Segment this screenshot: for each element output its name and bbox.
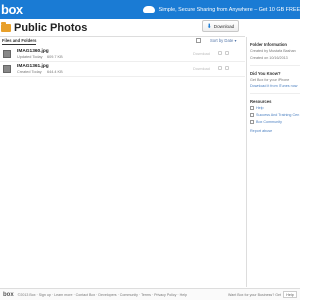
image-thumbnail-icon[interactable]: [3, 65, 11, 73]
page-footer: box ©2013 Box · Sign up · Learn more · C…: [0, 288, 300, 300]
business-promo-text[interactable]: Want Box for your Business? Get: [228, 293, 281, 297]
promo-banner: Simple, Secure Sharing from Anywhere – G…: [142, 6, 300, 13]
resource-training[interactable]: Success And Training Cen: [250, 112, 300, 118]
download-button[interactable]: ⬇ Download: [202, 20, 239, 32]
footer-links[interactable]: ©2013 Box · Sign up · Learn more · Conta…: [18, 293, 187, 297]
sort-dropdown[interactable]: Sort by Date ▾: [210, 38, 237, 43]
resources-heading: Resources: [250, 99, 272, 104]
file-size: 644.4 KB: [47, 70, 63, 74]
community-icon: [250, 120, 254, 124]
did-you-know-heading: Did You Know?: [250, 71, 281, 76]
promo-text[interactable]: Simple, Secure Sharing from Anywhere – G…: [159, 7, 300, 13]
itunes-download-link[interactable]: Download it from iTunes now: [250, 84, 300, 89]
more-options-icon[interactable]: [225, 51, 229, 55]
footer-box-logo[interactable]: box: [3, 292, 14, 298]
share-icon[interactable]: [218, 51, 222, 55]
resource-help[interactable]: Help: [250, 105, 300, 111]
sidebar-divider: [250, 65, 300, 66]
download-button-label: Download: [213, 23, 235, 29]
file-name[interactable]: IMAG1360.jpg: [17, 49, 49, 54]
resource-training-link[interactable]: Success And Training Cen: [256, 113, 299, 118]
download-arrow-icon: ⬇: [206, 23, 212, 30]
share-icon[interactable]: [218, 66, 222, 70]
sidebar-divider: [250, 93, 300, 94]
folder-title-bar: Public Photos ⬇ Download: [0, 19, 300, 36]
tab-files-and-folders[interactable]: Files and Folders: [2, 38, 37, 45]
file-row[interactable]: IMAG1360.jpg Updated Today 609.7 KB Down…: [0, 47, 245, 62]
row-download-link[interactable]: Download: [193, 67, 210, 71]
folder-icon: [1, 21, 11, 32]
folder-info-heading: Folder Information: [250, 42, 287, 47]
page-title: Public Photos: [14, 21, 88, 34]
file-row[interactable]: IMAG1361.jpg Created Today 644.4 KB Down…: [0, 62, 245, 77]
help-icon: [250, 106, 254, 110]
created-on-text: Created on 10/16/2013: [250, 56, 288, 60]
cloud-icon: [142, 6, 155, 13]
training-icon: [250, 113, 254, 117]
file-size: 609.7 KB: [47, 55, 63, 59]
resource-community-link[interactable]: Box Community: [256, 120, 282, 125]
file-list: IMAG1360.jpg Updated Today 609.7 KB Down…: [0, 47, 245, 77]
file-meta: Created Today: [17, 70, 42, 74]
more-options-icon[interactable]: [225, 66, 229, 70]
file-toolbar: Files and Folders Sort by Date ▾: [0, 37, 245, 45]
report-abuse-link[interactable]: Report abuse: [250, 129, 300, 134]
footer-help-button[interactable]: Help: [283, 291, 297, 298]
resource-community[interactable]: Box Community: [250, 119, 300, 125]
created-by-text: Created by Mustafa Bashan: [250, 49, 296, 53]
folder-sidebar: Folder Information Created by Mustafa Ba…: [246, 37, 300, 287]
list-view-icon[interactable]: [196, 38, 201, 43]
row-download-link[interactable]: Download: [193, 52, 210, 56]
row-action-icons: [218, 66, 229, 70]
top-navigation-bar: box Simple, Secure Sharing from Anywhere…: [0, 0, 300, 19]
iphone-promo-text: Get Box for your iPhone: [250, 78, 290, 82]
file-meta: Updated Today: [17, 55, 43, 59]
resource-help-link[interactable]: Help: [256, 106, 264, 111]
box-logo[interactable]: box: [1, 2, 23, 17]
row-action-icons: [218, 51, 229, 55]
image-thumbnail-icon[interactable]: [3, 50, 11, 58]
file-name[interactable]: IMAG1361.jpg: [17, 64, 49, 69]
